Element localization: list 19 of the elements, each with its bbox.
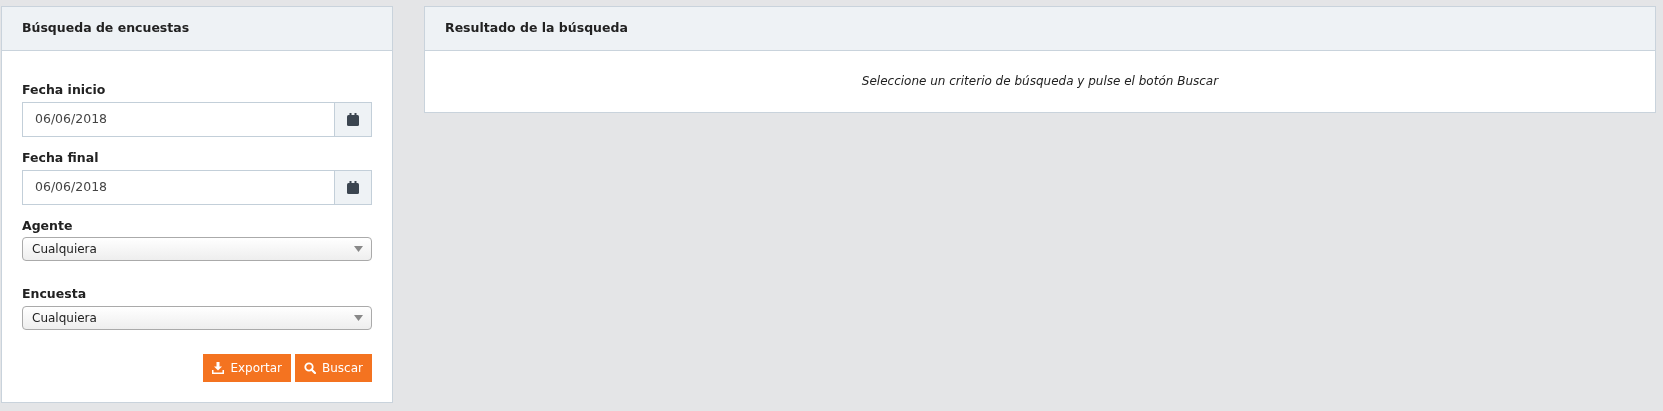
calendar-button[interactable] — [334, 101, 372, 137]
field-label: Fecha final — [22, 148, 100, 167]
dropdown[interactable]: Cualquiera — [22, 237, 372, 262]
caret-icon — [354, 315, 363, 321]
caret-icon — [354, 246, 363, 253]
calendar-button[interactable] — [334, 169, 372, 205]
download-icon — [212, 362, 225, 374]
dropdown[interactable]: Cualquiera — [22, 306, 372, 330]
panel-title: Búsqueda de encuestas — [22, 19, 190, 38]
search-icon — [304, 362, 316, 374]
date-field[interactable]: 06/06/2018 — [22, 101, 334, 137]
date-field[interactable]: 06/06/2018 — [22, 169, 334, 205]
calendar-icon — [347, 112, 359, 126]
field-label: Fecha inicio — [22, 81, 107, 99]
field-label: Encuesta — [22, 285, 88, 304]
panel-title: Resultado de la búsqueda — [445, 19, 628, 38]
empty-message: Seleccione un criterio de búsqueda y pulse el botón Buscar — [860, 73, 1220, 90]
field-label: Agente — [22, 216, 74, 235]
calendar-icon — [347, 180, 359, 194]
